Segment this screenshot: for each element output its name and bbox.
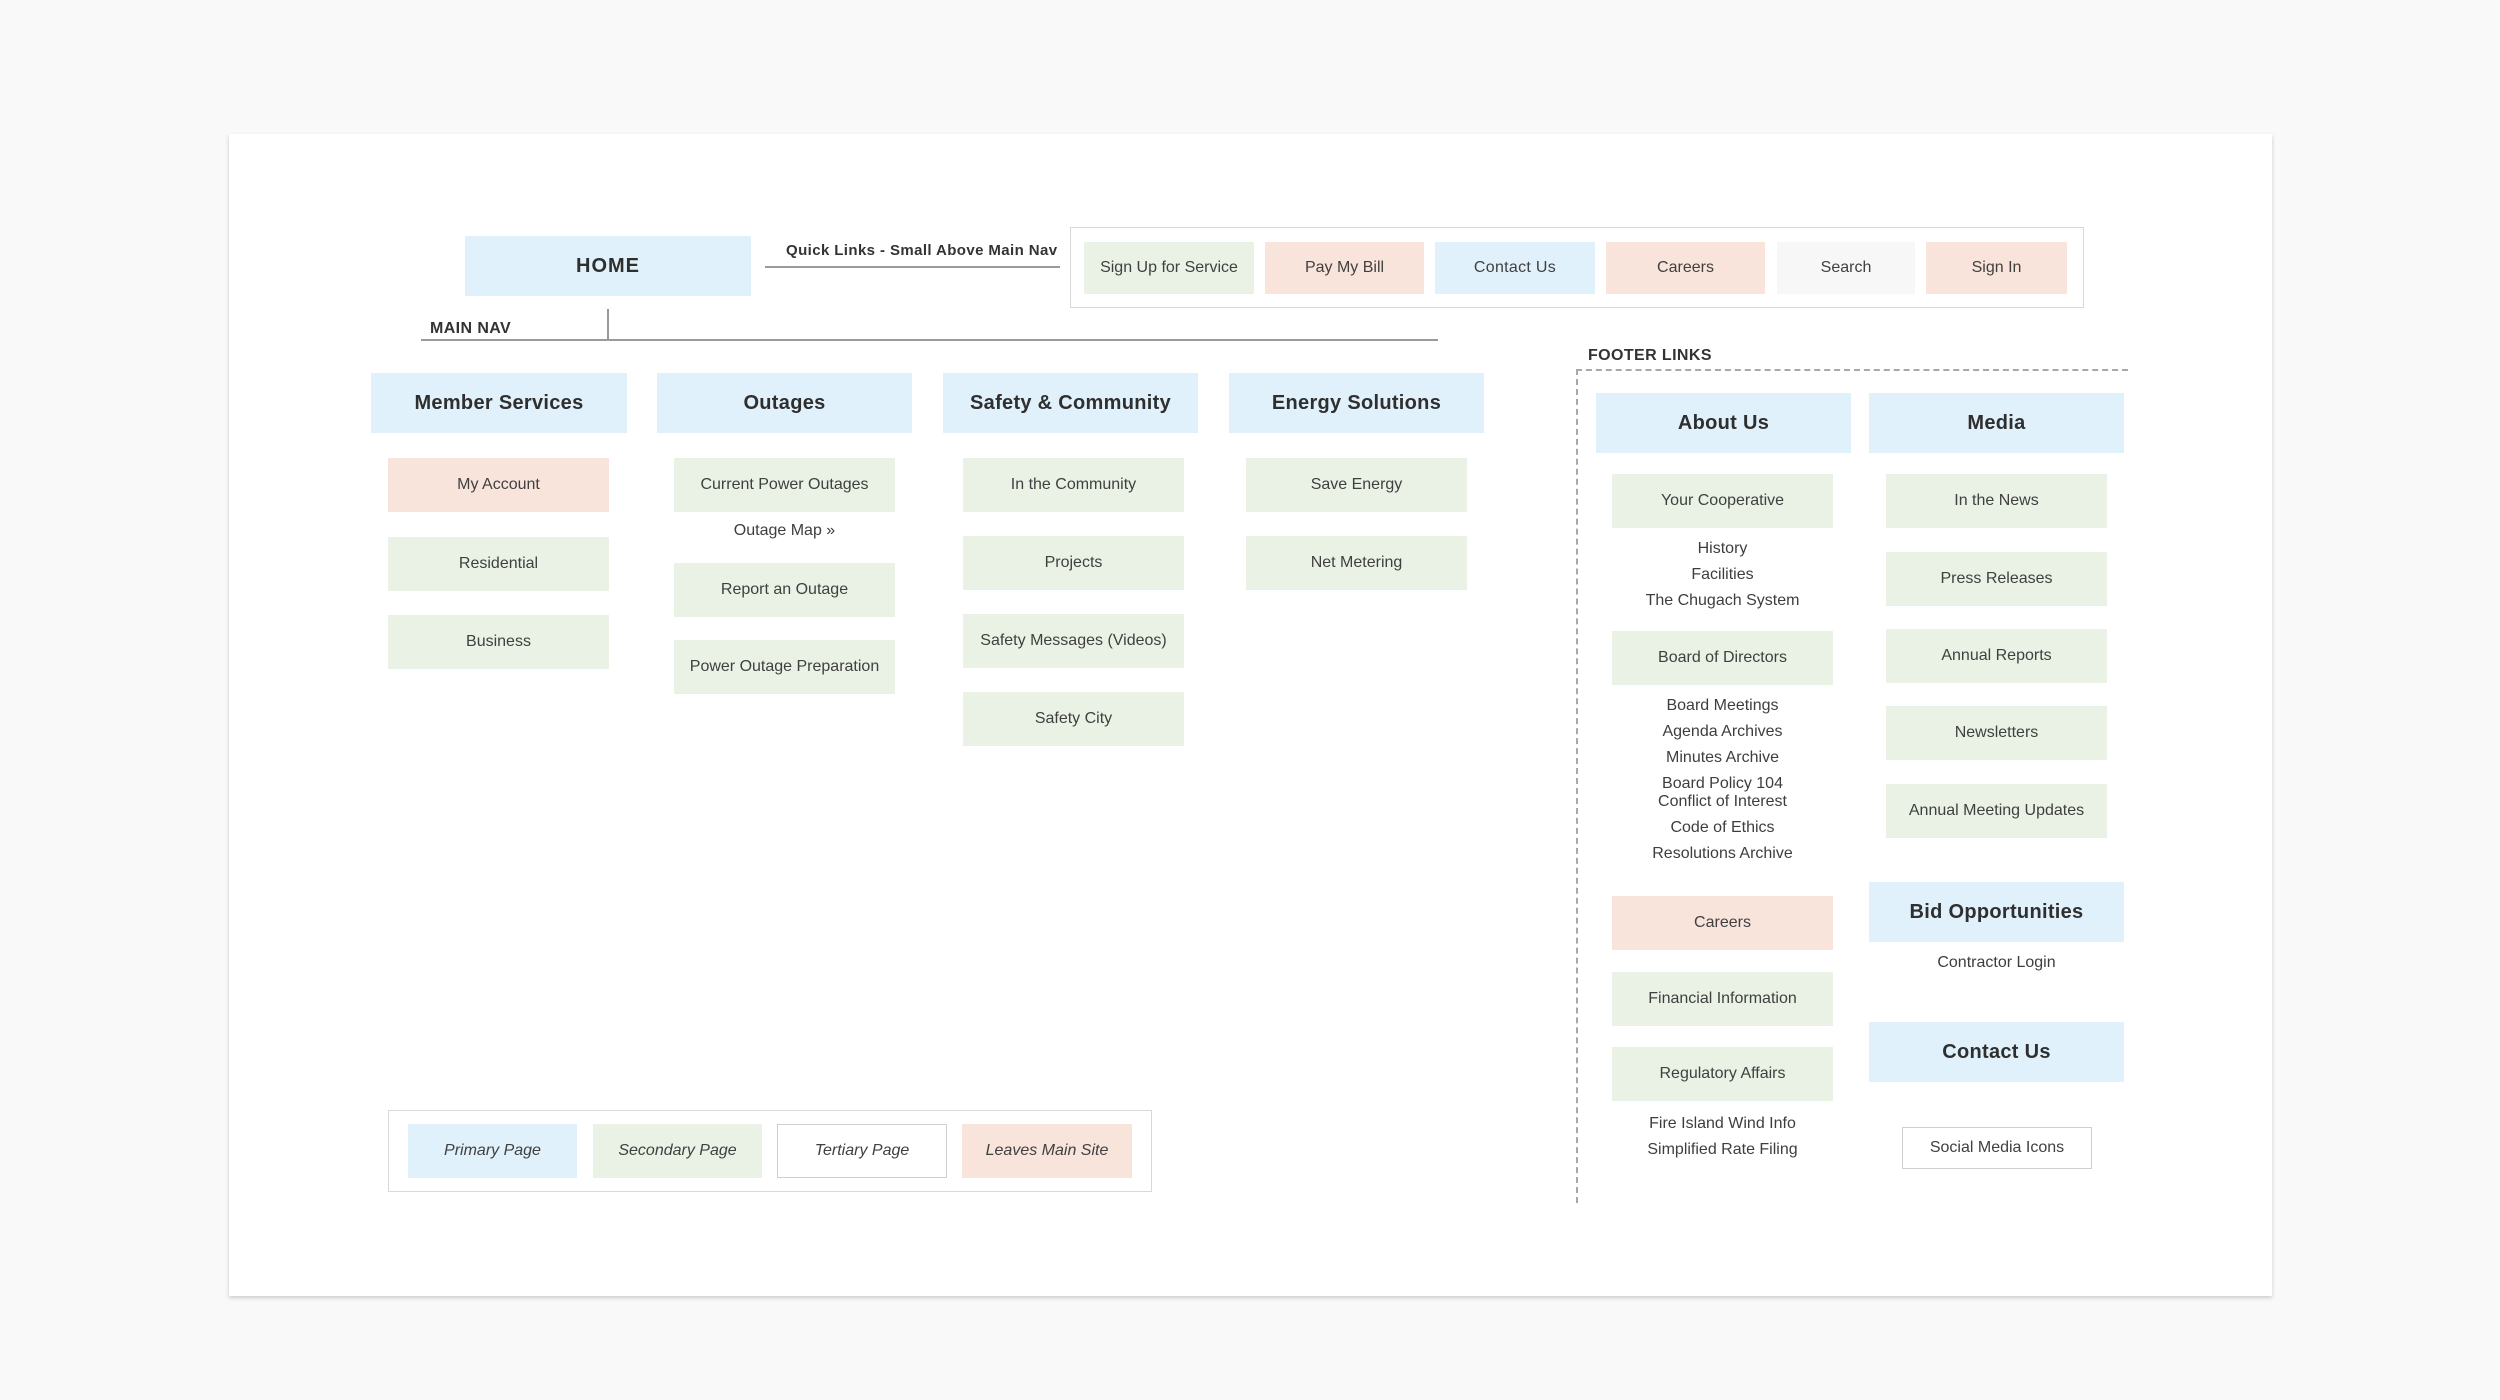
about-regulatory-affairs[interactable]: Regulatory Affairs — [1612, 1047, 1833, 1101]
quick-links-underline — [765, 266, 1060, 268]
primary-about-us[interactable]: About Us — [1596, 393, 1851, 453]
energy-net-metering[interactable]: Net Metering — [1246, 536, 1467, 590]
quick-link-careers[interactable]: Careers — [1606, 242, 1765, 294]
legend-leaves-main-site: Leaves Main Site — [962, 1124, 1132, 1178]
quick-link-search[interactable]: Search — [1777, 242, 1915, 294]
legend-tertiary-page: Tertiary Page — [777, 1124, 947, 1178]
quick-links-label: Quick Links - Small Above Main Nav — [786, 242, 1058, 259]
safety-projects[interactable]: Projects — [963, 536, 1184, 590]
main-nav-connector-horizontal — [421, 339, 1438, 341]
footer-links-label: FOOTER LINKS — [1588, 347, 1712, 364]
media-press-releases[interactable]: Press Releases — [1886, 552, 2107, 606]
media-annual-meeting-updates[interactable]: Annual Meeting Updates — [1886, 784, 2107, 838]
footer-links-dashed-top — [1576, 369, 2128, 371]
quick-link-pay-my-bill[interactable]: Pay My Bill — [1265, 242, 1424, 294]
about-your-cooperative[interactable]: Your Cooperative — [1612, 474, 1833, 528]
about-financial-information[interactable]: Financial Information — [1612, 972, 1833, 1026]
about-link-conflict-of-interest[interactable]: Conflict of Interest — [1612, 793, 1833, 811]
primary-media[interactable]: Media — [1869, 393, 2124, 453]
primary-contact-us[interactable]: Contact Us — [1869, 1022, 2124, 1082]
about-link-code-of-ethics[interactable]: Code of Ethics — [1612, 819, 1833, 837]
main-nav-connector-vertical — [607, 309, 609, 341]
primary-member-services[interactable]: Member Services — [371, 373, 627, 433]
outages-current-power-outages[interactable]: Current Power Outages — [674, 458, 895, 512]
footer-links-dashed-left — [1576, 369, 1578, 1203]
about-careers[interactable]: Careers — [1612, 896, 1833, 950]
safety-messages-videos[interactable]: Safety Messages (Videos) — [963, 614, 1184, 668]
member-services-my-account[interactable]: My Account — [388, 458, 609, 512]
about-link-resolutions-archive[interactable]: Resolutions Archive — [1612, 845, 1833, 863]
about-link-facilities[interactable]: Facilities — [1612, 566, 1833, 584]
quick-link-sign-in[interactable]: Sign In — [1926, 242, 2067, 294]
outages-power-outage-preparation[interactable]: Power Outage Preparation — [674, 640, 895, 694]
legend-primary-page: Primary Page — [408, 1124, 577, 1178]
about-board-of-directors[interactable]: Board of Directors — [1612, 631, 1833, 685]
about-link-board-meetings[interactable]: Board Meetings — [1612, 697, 1833, 715]
about-link-board-policy-104[interactable]: Board Policy 104 — [1612, 775, 1833, 793]
about-link-history[interactable]: History — [1612, 540, 1833, 558]
about-link-minutes-archive[interactable]: Minutes Archive — [1612, 749, 1833, 767]
primary-safety-community[interactable]: Safety & Community — [943, 373, 1198, 433]
primary-energy-solutions[interactable]: Energy Solutions — [1229, 373, 1484, 433]
safety-in-the-community[interactable]: In the Community — [963, 458, 1184, 512]
member-services-business[interactable]: Business — [388, 615, 609, 669]
bid-contractor-login-link[interactable]: Contractor Login — [1869, 954, 2124, 972]
about-link-fire-island-wind[interactable]: Fire Island Wind Info — [1612, 1115, 1833, 1133]
media-in-the-news[interactable]: In the News — [1886, 474, 2107, 528]
quick-link-contact-us[interactable]: Contact Us — [1435, 242, 1595, 294]
about-link-simplified-rate-filing[interactable]: Simplified Rate Filing — [1612, 1141, 1833, 1159]
safety-safety-city[interactable]: Safety City — [963, 692, 1184, 746]
home-page-box[interactable]: HOME — [465, 236, 751, 296]
outages-report-an-outage[interactable]: Report an Outage — [674, 563, 895, 617]
contact-social-media-icons[interactable]: Social Media Icons — [1902, 1127, 2092, 1169]
about-link-chugach-system[interactable]: The Chugach System — [1612, 592, 1833, 610]
media-annual-reports[interactable]: Annual Reports — [1886, 629, 2107, 683]
quick-link-sign-up-for-service[interactable]: Sign Up for Service — [1084, 242, 1254, 294]
about-link-agenda-archives[interactable]: Agenda Archives — [1612, 723, 1833, 741]
primary-bid-opportunities[interactable]: Bid Opportunities — [1869, 882, 2124, 942]
legend-secondary-page: Secondary Page — [593, 1124, 762, 1178]
energy-save-energy[interactable]: Save Energy — [1246, 458, 1467, 512]
main-nav-label: MAIN NAV — [430, 320, 512, 337]
member-services-residential[interactable]: Residential — [388, 537, 609, 591]
media-newsletters[interactable]: Newsletters — [1886, 706, 2107, 760]
primary-outages[interactable]: Outages — [657, 373, 912, 433]
outages-outage-map-link[interactable]: Outage Map » — [674, 522, 895, 540]
